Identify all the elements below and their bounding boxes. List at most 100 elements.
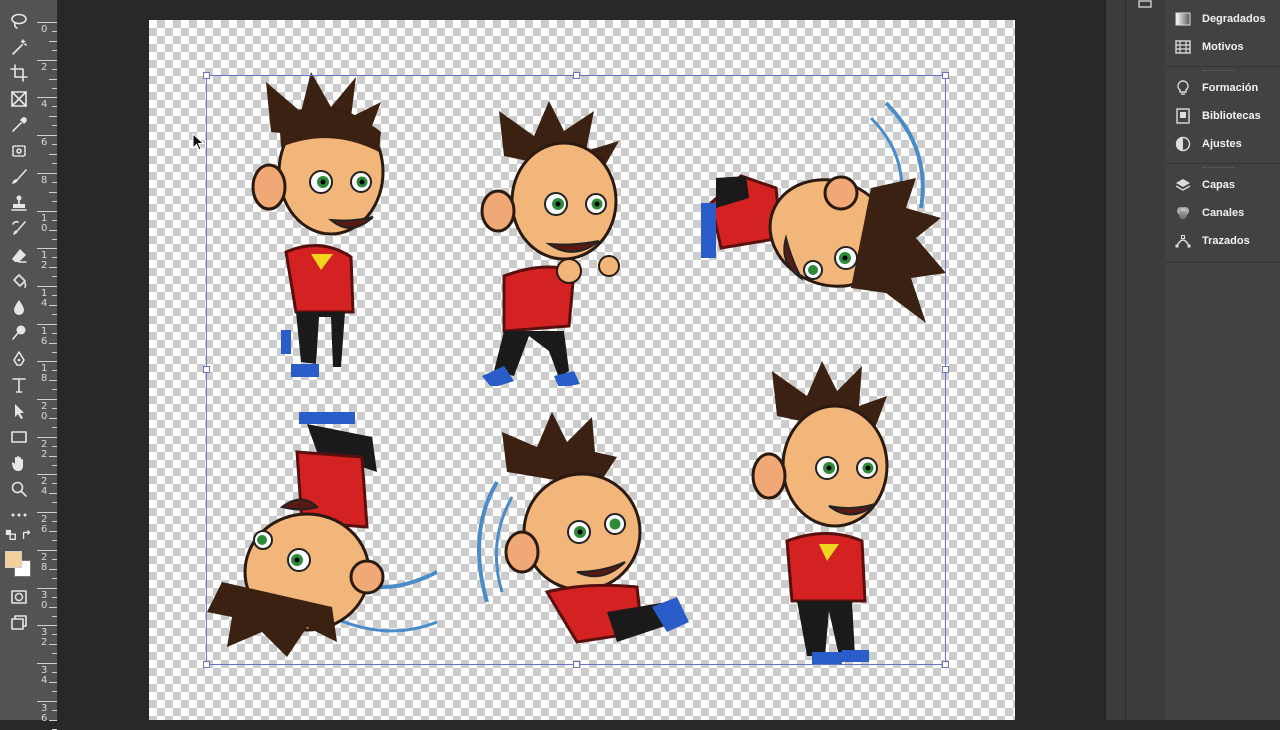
- ruler-major-tick: [37, 135, 57, 136]
- ruler-minor-tick: [52, 578, 57, 579]
- paths-icon: [1173, 232, 1193, 250]
- transform-handle-top-right[interactable]: [942, 72, 949, 79]
- type-tool-icon[interactable]: [8, 374, 30, 396]
- panel-trazados[interactable]: Trazados: [1173, 230, 1278, 252]
- panel-bibliotecas[interactable]: Bibliotecas: [1173, 105, 1278, 127]
- ruler-minor-tick: [52, 239, 57, 240]
- panel-degradados[interactable]: Degradados: [1173, 8, 1278, 30]
- ruler-major-tick: [37, 211, 57, 212]
- ruler-minor-tick: [52, 69, 57, 70]
- panel-divider: [1165, 163, 1280, 164]
- brush-tool-icon[interactable]: [8, 166, 30, 188]
- libraries-icon: [1173, 107, 1193, 125]
- ruler-minor-tick: [52, 483, 57, 484]
- ruler-label: 34: [41, 665, 48, 686]
- ruler-minor-tick: [49, 493, 57, 494]
- ruler-minor-tick: [52, 106, 57, 107]
- transform-handle-bottom[interactable]: [573, 661, 580, 668]
- default-colors-icon[interactable]: [4, 528, 18, 542]
- panel-options-icon[interactable]: [1136, 0, 1154, 10]
- panel-capas[interactable]: Capas: [1173, 174, 1278, 196]
- swap-colors-icon[interactable]: [20, 528, 34, 542]
- transform-handle-left[interactable]: [203, 366, 210, 373]
- panel-ajustes[interactable]: Ajustes: [1173, 133, 1278, 155]
- panel-canales[interactable]: Canales: [1173, 202, 1278, 224]
- ruler-minor-tick: [52, 314, 57, 315]
- crop-tool-icon[interactable]: [8, 62, 30, 84]
- screen-mode-icon[interactable]: [8, 612, 30, 634]
- ruler-minor-tick: [52, 163, 57, 164]
- ruler-label: 0: [41, 24, 48, 35]
- quick-mask-icon[interactable]: [8, 586, 30, 608]
- panel-group-grip[interactable]: [1203, 167, 1233, 171]
- eyedropper-icon[interactable]: [8, 114, 30, 136]
- ruler-label: 20: [41, 401, 48, 422]
- transform-handle-right[interactable]: [942, 366, 949, 373]
- spot-healing-icon[interactable]: [8, 140, 30, 162]
- ruler-label: 6: [41, 137, 48, 148]
- ruler-minor-tick: [52, 408, 57, 409]
- transform-handle-top[interactable]: [573, 72, 580, 79]
- history-brush-icon[interactable]: [8, 218, 30, 240]
- transform-handle-bottom-right[interactable]: [942, 661, 949, 668]
- lightbulb-icon: [1173, 79, 1193, 97]
- clone-stamp-icon[interactable]: [8, 192, 30, 214]
- ruler-minor-tick: [49, 644, 57, 645]
- ruler-label: 10: [41, 213, 48, 234]
- ruler-minor-tick: [49, 343, 57, 344]
- panel-divider: [1165, 66, 1280, 67]
- rectangle-tool-icon[interactable]: [8, 426, 30, 448]
- ruler-minor-tick: [52, 502, 57, 503]
- panel-group-grip[interactable]: [1203, 70, 1233, 74]
- ruler-minor-tick: [49, 418, 57, 419]
- ruler-minor-tick: [52, 616, 57, 617]
- vertical-ruler: 0 2 4 6 8 10 12 14 16 18 20 22 24 26 28 30 32 34 36: [37, 0, 58, 730]
- ruler-major-tick: [37, 173, 57, 174]
- transform-handle-top-left[interactable]: [203, 72, 210, 79]
- ruler-minor-tick: [49, 154, 57, 155]
- ruler-major-tick: [37, 324, 57, 325]
- foreground-color-swatch[interactable]: [5, 551, 22, 568]
- transform-bounding-box[interactable]: [203, 72, 949, 668]
- magic-wand-icon[interactable]: [8, 36, 30, 58]
- more-tools-icon[interactable]: [8, 504, 30, 526]
- workspace: [58, 0, 1105, 720]
- ruler-minor-tick: [52, 653, 57, 654]
- panel-motivos[interactable]: Motivos: [1173, 36, 1278, 58]
- ruler-minor-tick: [49, 607, 57, 608]
- ruler-minor-tick: [52, 446, 57, 447]
- eraser-icon[interactable]: [8, 244, 30, 266]
- ruler-major-tick: [37, 701, 57, 702]
- ruler-major-tick: [37, 361, 57, 362]
- dodge-tool-icon[interactable]: [8, 322, 30, 344]
- path-selection-icon[interactable]: [8, 400, 30, 422]
- ruler-major-tick: [37, 97, 57, 98]
- hand-tool-icon[interactable]: [8, 452, 30, 474]
- transform-handle-bottom-left[interactable]: [203, 661, 210, 668]
- ruler-minor-tick: [49, 79, 57, 80]
- ruler-major-tick: [37, 588, 57, 589]
- channels-icon: [1173, 204, 1193, 222]
- panel-divider: [1165, 262, 1280, 263]
- zoom-tool-icon[interactable]: [8, 478, 30, 500]
- adjustments-icon: [1173, 135, 1193, 153]
- ruler-minor-tick: [52, 220, 57, 221]
- layers-icon: [1173, 176, 1193, 194]
- paint-bucket-icon[interactable]: [8, 270, 30, 292]
- ruler-minor-tick: [49, 456, 57, 457]
- panel-collapse-strip: [1105, 0, 1126, 720]
- ruler-major-tick: [37, 474, 57, 475]
- ruler-label: 4: [41, 99, 48, 110]
- ruler-minor-tick: [52, 144, 57, 145]
- ruler-minor-tick: [52, 333, 57, 334]
- lasso-tool-icon[interactable]: [8, 10, 30, 32]
- ruler-minor-tick: [52, 257, 57, 258]
- ruler-label: 24: [41, 476, 48, 497]
- pen-tool-icon[interactable]: [8, 348, 30, 370]
- ruler-major-tick: [37, 625, 57, 626]
- ruler-major-tick: [37, 22, 57, 23]
- blur-tool-icon[interactable]: [8, 296, 30, 318]
- frame-tool-icon[interactable]: [8, 88, 30, 110]
- document-canvas[interactable]: [149, 20, 1015, 720]
- panel-formacion[interactable]: Formación: [1173, 77, 1278, 99]
